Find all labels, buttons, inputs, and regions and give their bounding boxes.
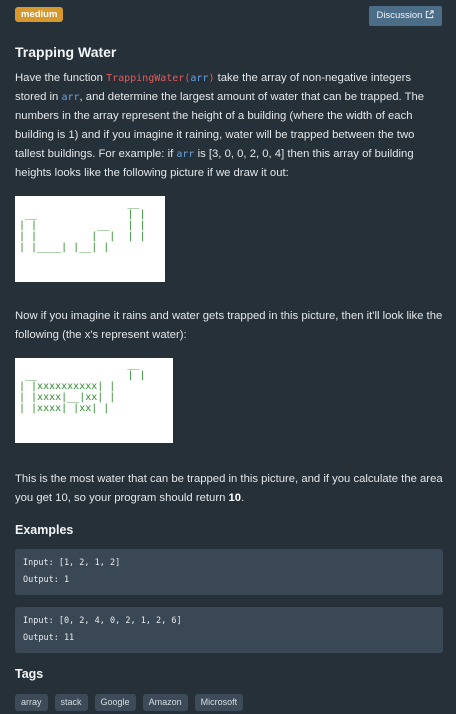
example-input: Input: [0, 2, 4, 0, 2, 1, 2, 6] (23, 616, 182, 626)
buildings-ascii: __ __ | | | | __ | | | | | | | | | |____… (19, 198, 146, 253)
arr-reference-2: arr (176, 149, 195, 160)
tag-amazon[interactable]: Amazon (142, 694, 188, 711)
function-arg: arr (190, 73, 209, 84)
discussion-button-label: Discussion (376, 10, 423, 21)
discussion-button[interactable]: Discussion (369, 6, 442, 26)
top-bar: medium Discussion (0, 0, 456, 32)
problem-title: Trapping Water (15, 44, 117, 60)
problem-content: Trapping Water Have the function Trappin… (15, 40, 443, 711)
result-end: . (241, 492, 245, 504)
examples-heading: Examples (15, 523, 74, 537)
example-input: Input: [1, 2, 1, 2] (23, 558, 121, 568)
water-ascii: __ __ | | | |xxxxxxxxxx| | | |xxxx|__|xx… (19, 359, 146, 414)
tags-heading: Tags (15, 667, 44, 681)
water-figure: __ __ | | | |xxxxxxxxxx| | | |xxxx|__|xx… (15, 358, 173, 443)
arr-reference: arr (61, 92, 80, 103)
tag-array[interactable]: array (15, 694, 48, 711)
difficulty-badge: medium (15, 7, 64, 22)
example-block-1: Input: [1, 2, 1, 2] Output: 1 (15, 549, 443, 595)
result-value: 10 (228, 492, 242, 504)
tag-microsoft[interactable]: Microsoft (194, 694, 244, 711)
example-block-2: Input: [0, 2, 4, 0, 2, 1, 2, 6] Output: 1… (15, 607, 443, 653)
buildings-figure: __ __ | | | | __ | | | | | | | | | |____… (15, 196, 165, 282)
example-output: Output: 11 (23, 633, 75, 643)
external-link-icon (426, 10, 435, 19)
result-description: This is the most water that can be trapp… (15, 470, 443, 508)
problem-description: Have the function TrappingWater(arr) tak… (15, 69, 443, 183)
rain-description: Now if you imagine it rains and water ge… (15, 310, 443, 341)
tag-google[interactable]: Google (94, 694, 136, 711)
example-output: Output: 1 (23, 575, 70, 585)
tag-list: array stack Google Amazon Microsoft (15, 694, 443, 711)
tag-stack[interactable]: stack (54, 694, 88, 711)
intro-text-1: Have the function (15, 72, 107, 84)
function-name: TrappingWater (106, 73, 185, 84)
